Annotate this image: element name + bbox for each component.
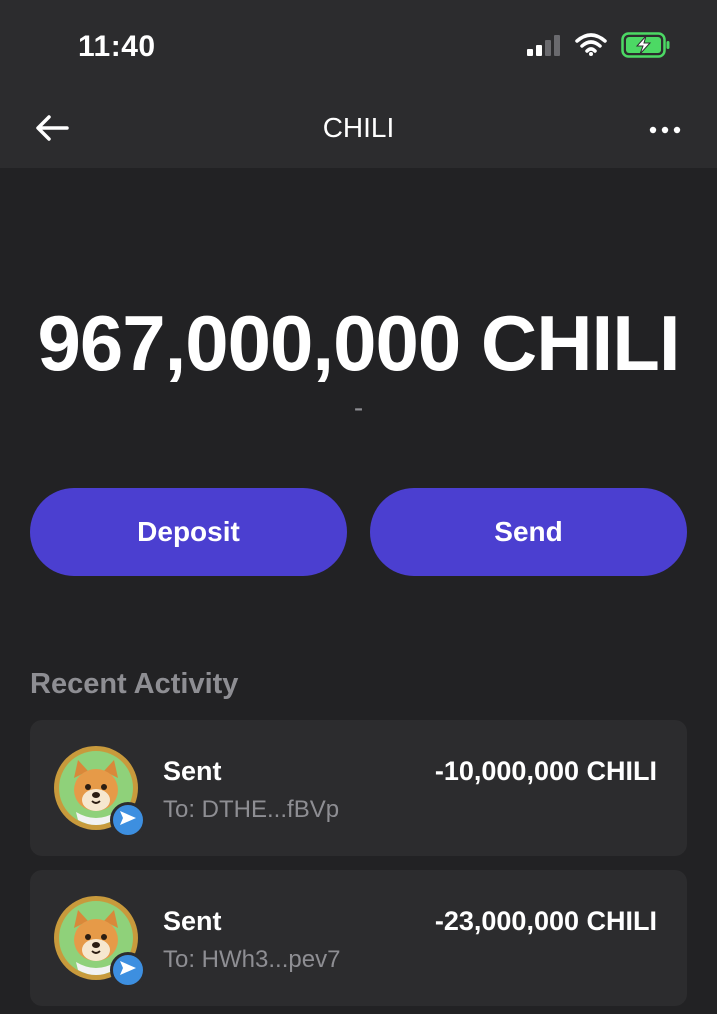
status-icons (527, 31, 671, 63)
activity-amount: -23,000,000 CHILI (434, 906, 657, 936)
fiat-value: - (353, 392, 364, 423)
activity-recipient: To: HWh3...pev7 (163, 946, 341, 973)
status-time: 11:40 (78, 30, 156, 63)
more-options-button[interactable] (643, 110, 687, 150)
activity-type: Sent (163, 906, 222, 936)
activity-recipient: To: DTHE...fBVp (163, 796, 340, 823)
status-bar: 11:40 (0, 0, 717, 92)
token-balance: 967,000,000 CHILI (37, 299, 680, 387)
recent-activity-title: Recent Activity (30, 668, 239, 700)
activity-item[interactable]: Sent To: DTHE...fBVp -10,000,000 CHILI (30, 720, 687, 856)
send-arrow-icon (119, 810, 137, 831)
more-horizontal-icon (649, 121, 681, 139)
activity-type: Sent (163, 756, 222, 786)
send-button[interactable]: Send (370, 488, 687, 576)
send-arrow-icon (119, 960, 137, 981)
nav-bar: CHILI (0, 92, 717, 168)
battery-charging-icon (621, 31, 671, 63)
page-title: CHILI (322, 112, 395, 143)
send-arrow-badge (110, 802, 146, 838)
deposit-button[interactable]: Deposit (30, 488, 347, 576)
activity-item[interactable]: Sent To: HWh3...pev7 -23,000,000 CHILI (30, 870, 687, 1006)
activity-amount: -10,000,000 CHILI (434, 756, 657, 786)
cellular-signal-icon (527, 34, 561, 61)
send-arrow-badge (110, 952, 146, 988)
wifi-icon (575, 32, 607, 62)
